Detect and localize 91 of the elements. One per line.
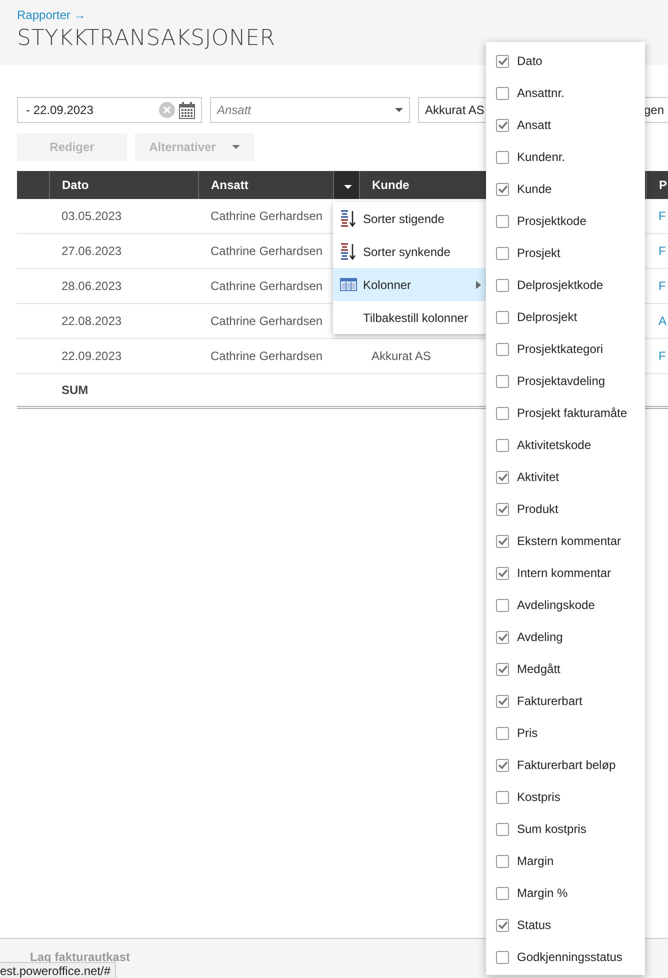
checkbox[interactable] [496, 534, 509, 548]
column-option[interactable]: Ansatt [486, 109, 645, 141]
caret-icon [232, 145, 240, 149]
checkbox[interactable] [496, 854, 509, 868]
table-cell: 28.06.2023 [50, 268, 198, 304]
column-header[interactable]: Dato [50, 171, 198, 199]
column-option[interactable]: Fakturerbart beløp [486, 749, 645, 781]
menu-item[interactable]: Sorter stigende [333, 202, 487, 235]
checkbox[interactable] [496, 598, 509, 612]
menu-item[interactable]: Sorter synkende [333, 235, 487, 268]
caret-icon [395, 108, 403, 112]
employee-dropdown[interactable]: Ansatt [210, 97, 410, 123]
checkbox[interactable] [496, 406, 509, 420]
column-option[interactable]: Avdeling [486, 621, 645, 653]
checkbox[interactable] [496, 694, 509, 708]
column-option[interactable]: Margin [486, 845, 645, 877]
checkbox[interactable] [496, 566, 509, 580]
column-option[interactable]: Status [486, 909, 645, 941]
menu-item[interactable]: Kolonner [333, 268, 487, 301]
sum-label: SUM [62, 383, 88, 397]
column-option[interactable]: Dato [486, 45, 645, 77]
column-option[interactable]: Medgått [486, 653, 645, 685]
column-option[interactable]: Margin % [486, 877, 645, 909]
checkbox[interactable] [496, 246, 509, 260]
checkbox[interactable] [496, 278, 509, 292]
sort-descending-icon [340, 243, 356, 260]
column-option[interactable]: Avdelingskode [486, 589, 645, 621]
submenu-arrow-icon [476, 280, 481, 288]
table-cell: 03.05.2023 [50, 199, 198, 234]
column-option[interactable]: Godkjenningsstatus [486, 941, 645, 973]
checkbox[interactable] [496, 630, 509, 644]
checkbox[interactable] [496, 86, 509, 100]
column-option[interactable]: Pris [486, 717, 645, 749]
calendar-icon[interactable] [179, 102, 195, 118]
checkbox[interactable] [496, 822, 509, 836]
column-option[interactable]: Kunde [486, 173, 645, 205]
date-field[interactable]: - 22.09.2023 [17, 97, 202, 123]
checkbox[interactable] [496, 662, 509, 676]
table-link[interactable]: A [658, 314, 667, 328]
checkbox[interactable] [496, 54, 509, 68]
checkbox[interactable] [496, 758, 509, 772]
column-option[interactable]: Prosjektavdeling [486, 365, 645, 397]
checkbox[interactable] [496, 438, 509, 452]
checkbox[interactable] [496, 502, 509, 516]
checkbox[interactable] [496, 374, 509, 388]
table-cell: 27.06.2023 [50, 234, 198, 268]
checkbox[interactable] [496, 150, 509, 164]
checkbox[interactable] [496, 310, 509, 324]
table-link[interactable]: F [658, 349, 666, 363]
checkbox[interactable] [496, 342, 509, 356]
table-link[interactable]: F [658, 209, 666, 223]
column-option[interactable]: Prosjektkode [486, 205, 645, 237]
checkbox[interactable] [496, 918, 509, 932]
table-cell: 22.09.2023 [50, 338, 198, 374]
column-option[interactable]: Sum kostpris [486, 813, 645, 845]
page-title: STYKKTRANSAKSJONER [17, 26, 276, 51]
column-option[interactable]: Delprosjekt [486, 301, 645, 333]
column-option[interactable]: Ansattnr. [486, 77, 645, 109]
caret-icon [344, 185, 352, 189]
column-option[interactable]: Kundenr. [486, 141, 645, 173]
menu-item[interactable]: Tilbakestill kolonner [333, 301, 487, 334]
checkbox[interactable] [496, 886, 509, 900]
table-cell: Cathrine Gerhardsen [198, 338, 334, 374]
column-header[interactable]: P [646, 171, 668, 199]
checkbox[interactable] [496, 726, 509, 740]
column-option[interactable]: Kostpris [486, 781, 645, 813]
sort-ascending-icon [340, 210, 356, 227]
checkbox[interactable] [496, 790, 509, 804]
checkbox[interactable] [496, 182, 509, 196]
column-option[interactable]: Produkt [486, 493, 645, 525]
checkbox[interactable] [496, 470, 509, 484]
table-cell: Akkurat AS [372, 349, 431, 363]
column-option[interactable]: Intern kommentar [486, 557, 645, 589]
table-link[interactable]: F [658, 244, 666, 258]
column-option[interactable]: Aktivitet [486, 461, 645, 493]
breadcrumb-link[interactable]: Rapporter → [17, 8, 86, 22]
column-option[interactable]: Prosjekt [486, 237, 645, 269]
column-option[interactable]: Prosjektkategori [486, 333, 645, 365]
checkbox[interactable] [496, 214, 509, 228]
column-option[interactable]: Fakturerbart [486, 685, 645, 717]
column-option[interactable]: Delprosjektkode [486, 269, 645, 301]
checkbox[interactable] [496, 950, 509, 964]
column-menu-button[interactable] [334, 171, 360, 199]
table-cell: 22.08.2023 [50, 304, 198, 338]
table-link[interactable]: F [658, 279, 666, 293]
column-option[interactable]: Ekstern kommentar [486, 525, 645, 557]
column-option[interactable]: Aktivitetskode [486, 429, 645, 461]
column-option[interactable]: Prosjekt fakturamåte [486, 397, 645, 429]
url-tooltip: est.poweroffice.net/# [0, 962, 116, 978]
checkbox[interactable] [496, 118, 509, 132]
columns-icon [340, 278, 356, 291]
